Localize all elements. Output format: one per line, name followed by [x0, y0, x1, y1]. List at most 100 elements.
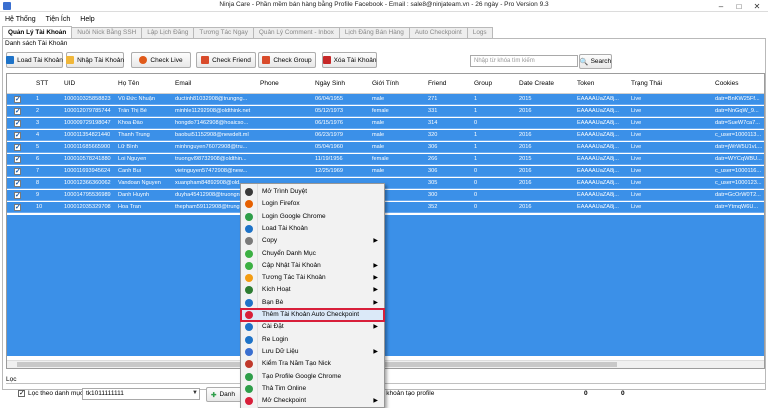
row-checkbox[interactable] [14, 107, 21, 115]
load-accounts-button[interactable]: Load Tài Khoản [6, 52, 63, 68]
table-row[interactable]: 5 100011685665900 Lữ Bình minhnguyen7607290… [7, 142, 764, 153]
minimize-icon[interactable]: – [712, 0, 730, 12]
table-row[interactable]: 1 100010325858823 Vũ Đức Nhuận ductinh81032… [7, 94, 764, 105]
context-menu-item[interactable]: Cập Nhật Tài Khoản ▶ [241, 260, 384, 272]
col-date-create[interactable]: Date Create [519, 80, 554, 87]
context-menu-label: Kích Hoạt [262, 286, 291, 294]
table-row[interactable]: 7 100011693945624 Canh Bui vietnguyen574729… [7, 166, 764, 177]
col-group[interactable]: Group [474, 80, 492, 87]
import-accounts-button[interactable]: Nhập Tài Khoản [66, 52, 124, 68]
row-checkbox[interactable] [14, 95, 21, 103]
table-row[interactable]: 4 100011354821440 Thanh Trung baobui5115290… [7, 130, 764, 141]
row-checkbox[interactable] [14, 179, 21, 187]
context-menu-label: Re Login [262, 335, 289, 343]
row-checkbox[interactable] [14, 143, 21, 151]
maximize-icon[interactable]: □ [730, 0, 748, 12]
category-select[interactable]: tk1011111111 ▼ [82, 388, 200, 400]
context-menu-item[interactable]: Mở Checkpoint ▶ [241, 395, 384, 407]
col-status[interactable]: Trạng Thái [631, 80, 662, 87]
context-menu-item[interactable]: Bạn Bè ▶ [241, 297, 384, 309]
checkpoint-icon [245, 397, 253, 406]
table-cell: Loi Nguyen [118, 156, 147, 162]
table-cell: 2016 [519, 132, 532, 138]
context-menu-item[interactable]: Re Login [241, 334, 384, 346]
table-row[interactable]: 2 100012079785744 Trần Thị Bé minhle1129290… [7, 106, 764, 117]
table-cell: EAAAAUaZA8j... [577, 156, 619, 162]
table-cell: 331 [428, 108, 438, 114]
col-uid[interactable]: UID [64, 80, 75, 87]
menu-tien-ich[interactable]: Tiện Ích [41, 16, 76, 23]
table-cell: Khoa Đào [118, 120, 143, 126]
table-row[interactable]: 9100014795536989Danh Huynhduyha45412908@… [7, 190, 764, 201]
row-checkbox[interactable] [14, 131, 21, 139]
delete-accounts-button[interactable]: Xóa Tài Khoản [322, 52, 377, 68]
context-menu-item[interactable]: Mở Trình Duyệt [241, 186, 384, 198]
row-checkbox[interactable] [14, 167, 21, 175]
table-cell: 100011693945624 [64, 168, 111, 174]
firefox-icon [245, 200, 253, 209]
table-row[interactable]: 10100012035329708Hoa Tranthepham59112908… [7, 202, 764, 213]
table-cell: Live [631, 96, 642, 102]
context-menu-item[interactable]: Thả Tim Online [241, 383, 384, 395]
table-row[interactable]: 6 100010578241880 Loi Nguyen truongvl987329… [7, 154, 764, 165]
horizontal-scrollbar[interactable] [7, 360, 764, 368]
row-checkbox[interactable] [14, 191, 21, 199]
context-menu-item[interactable]: Kiểm Tra Năm Tạo Nick [241, 358, 384, 370]
table-cell: 1 [474, 144, 478, 150]
table-row[interactable]: 3 100009729198047 Khoa Đào hongdo71462908@h… [7, 118, 764, 129]
context-menu-item[interactable]: Load Tài Khoản [241, 223, 384, 235]
filter-checkbox[interactable] [18, 389, 25, 397]
col-email[interactable]: Email [175, 80, 191, 87]
title-bar: Ninja Care - Phần mềm bán hàng bằng Prof… [0, 0, 768, 12]
row-checkbox[interactable] [14, 203, 21, 211]
search-input[interactable]: Nhập từ khóa tìm kiếm [470, 55, 578, 67]
row-checkbox[interactable] [14, 155, 21, 163]
search-button[interactable]: 🔍 Search [579, 54, 612, 69]
check-live-button[interactable]: Check Live [131, 52, 191, 68]
check-group-button[interactable]: Check Group [258, 52, 316, 68]
table-cell: Live [631, 144, 642, 150]
context-menu-item[interactable]: Kích Hoạt ▶ [241, 284, 384, 296]
col-name[interactable]: Họ Tên [118, 80, 139, 87]
context-menu-item[interactable]: Cài Đặt ▶ [241, 321, 384, 333]
table-cell: Live [631, 204, 642, 210]
table-cell: 2016 [519, 180, 532, 186]
accounts-table[interactable]: STT UID Họ Tên Email Phone Ngày Sinh Giớ… [6, 73, 765, 369]
col-gender[interactable]: Giới Tính [372, 80, 399, 87]
friends-icon [245, 298, 253, 307]
table-cell: EAAAAUaZA8j... [577, 132, 619, 138]
menu-help[interactable]: Help [75, 16, 99, 23]
table-cell: hongdo71462908@hoaicso... [175, 120, 249, 126]
context-menu-item[interactable]: Tương Tác Tài Khoản ▶ [241, 272, 384, 284]
context-menu-item[interactable]: Login Firefox [241, 198, 384, 210]
context-menu-item[interactable]: Tạo Profile Google Chrome [241, 371, 384, 383]
menu-he-thong[interactable]: Hệ Thống [0, 16, 41, 23]
context-menu-item[interactable]: Lưu Dữ Liệu ▶ [241, 346, 384, 358]
table-cell: EAAAAUaZA8j... [577, 96, 619, 102]
table-cell: vietnguyen57472908@new... [175, 168, 248, 174]
context-menu-item[interactable]: Thêm Tài Khoản Auto Checkpoint [240, 308, 385, 322]
context-menu-item[interactable]: Copy ▶ [241, 235, 384, 247]
table-cell: male [372, 144, 385, 150]
globe-icon [245, 188, 253, 196]
table-row[interactable]: 8100012366360062Vandoan Nguyenxuanpham84… [7, 178, 764, 189]
context-menu-item[interactable]: Login Google Chrome [241, 211, 384, 223]
col-token[interactable]: Token [577, 80, 594, 87]
context-menu-item[interactable]: Chuyển Danh Mục [241, 248, 384, 260]
check-friend-button[interactable]: Check Friend [196, 52, 256, 68]
table-cell: 2016 [519, 108, 532, 114]
filter-label: Lọc theo danh mục [28, 390, 84, 397]
table-cell: 352 [428, 204, 438, 210]
table-cell: datr=WYCqWBU... [715, 156, 762, 162]
table-cell: 1 [474, 96, 478, 102]
col-friend[interactable]: Friend [428, 80, 446, 87]
col-stt[interactable]: STT [36, 80, 48, 87]
col-phone[interactable]: Phone [260, 80, 279, 87]
close-icon[interactable]: ✕ [748, 0, 766, 12]
col-cookies[interactable]: Cookies [715, 80, 738, 87]
col-birthday[interactable]: Ngày Sinh [315, 80, 345, 87]
table-cell: 06/04/1955 [315, 96, 343, 102]
row-checkbox[interactable] [14, 119, 21, 127]
table-cell: 12/25/1969 [315, 168, 343, 174]
chevron-down-icon: ▼ [192, 390, 198, 396]
